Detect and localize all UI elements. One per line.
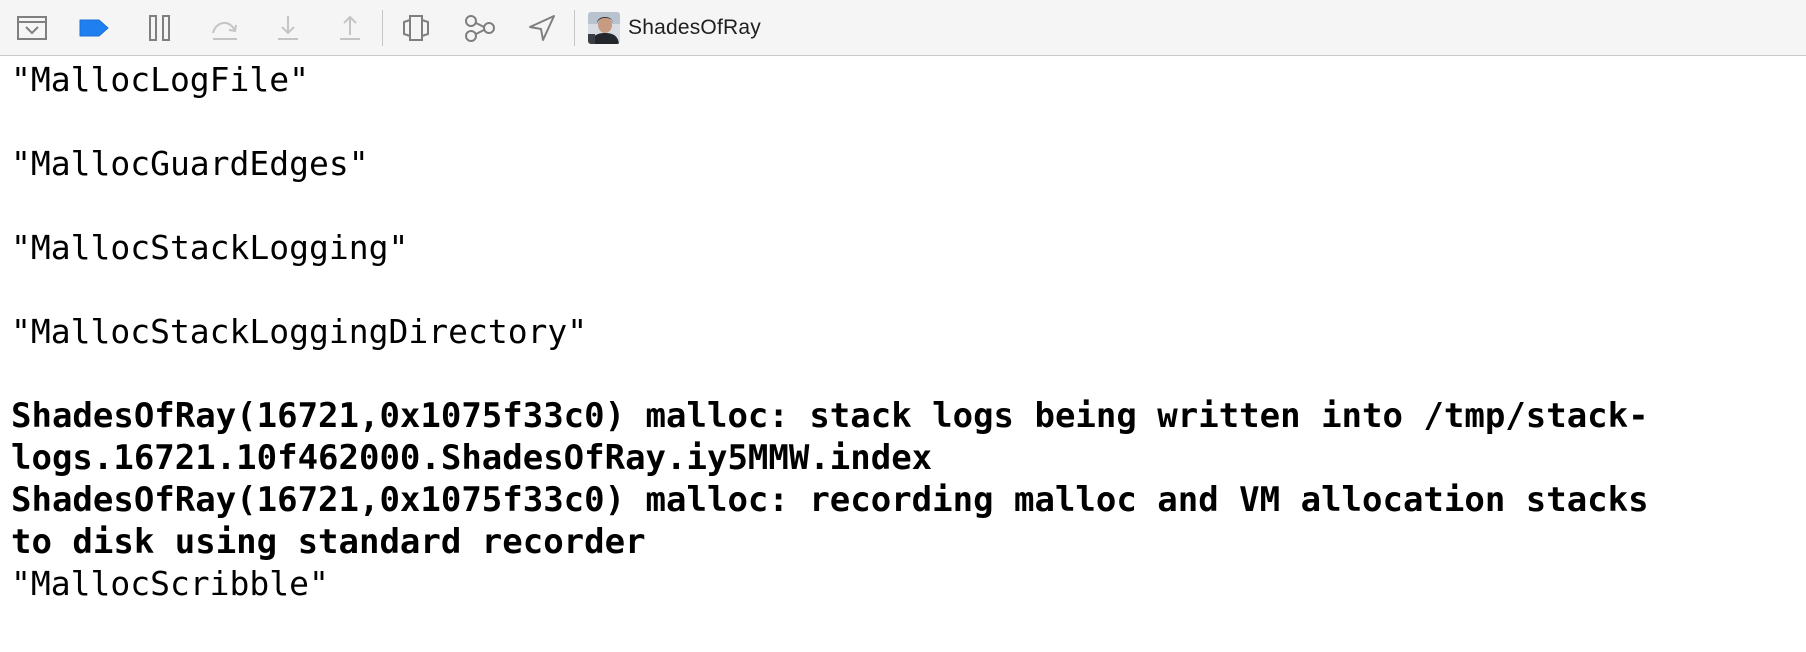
step-into-icon xyxy=(278,16,298,40)
debug-memory-graph-button[interactable] xyxy=(462,10,498,46)
simulate-location-button[interactable] xyxy=(524,10,560,46)
step-over-icon xyxy=(212,22,237,40)
console-output[interactable]: "MallocLogFile" "MallocGuardEdges" "Mall… xyxy=(0,57,1806,652)
console-line: "MallocGuardEdges" xyxy=(11,144,369,183)
breakpoint-icon xyxy=(79,19,109,37)
breakpoints-toggle-button[interactable] xyxy=(76,10,112,46)
hide-panel-icon xyxy=(17,16,47,40)
console-line: logs.16721.10f462000.ShadesOfRay.iy5MMW.… xyxy=(11,438,933,478)
step-out-button[interactable] xyxy=(332,10,368,46)
toolbar-divider xyxy=(382,10,383,46)
view-hierarchy-icon xyxy=(403,15,429,41)
console-line: "MallocStackLogging" xyxy=(11,228,409,267)
console-line: to disk using standard recorder xyxy=(11,522,646,562)
console-line: ShadesOfRay(16721,0x1075f33c0) malloc: s… xyxy=(11,396,1649,436)
debug-view-hierarchy-button[interactable] xyxy=(398,10,434,46)
memory-graph-icon xyxy=(465,15,495,42)
location-arrow-icon xyxy=(529,15,555,41)
toolbar-divider xyxy=(574,10,575,46)
step-out-icon xyxy=(340,15,360,40)
console-line: ShadesOfRay(16721,0x1075f33c0) malloc: r… xyxy=(11,480,1649,520)
pause-button[interactable] xyxy=(142,10,178,46)
process-selector[interactable]: ShadesOfRay xyxy=(588,10,761,46)
process-name: ShadesOfRay xyxy=(628,16,761,39)
avatar xyxy=(588,12,620,44)
step-over-button[interactable] xyxy=(206,10,242,46)
console-line: "MallocStackLoggingDirectory" xyxy=(11,312,588,351)
console-line: "MallocScribble" xyxy=(11,564,329,603)
hide-debug-area-button[interactable] xyxy=(14,10,50,46)
pause-icon xyxy=(149,15,170,41)
debug-toolbar: ShadesOfRay xyxy=(0,0,1806,56)
console-line: "MallocLogFile" xyxy=(11,60,310,99)
step-into-button[interactable] xyxy=(270,10,306,46)
